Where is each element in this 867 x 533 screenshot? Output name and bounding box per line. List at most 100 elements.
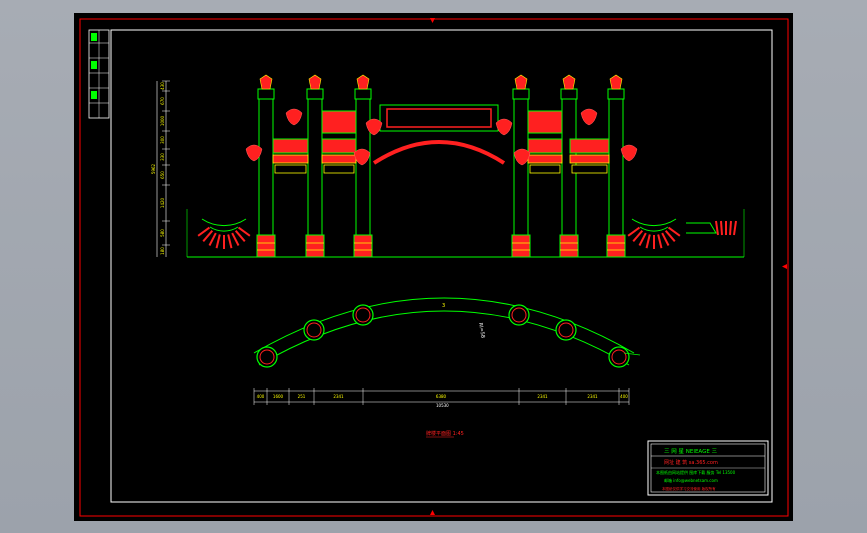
fan-outer [631,218,677,227]
post-cap [354,88,372,100]
fan-wall [627,218,681,249]
fan-inner [639,226,669,232]
post [353,74,373,258]
dim-label: 1000 [160,115,165,126]
dim-label: 650 [160,171,165,179]
post-base [305,234,325,258]
post-shaft [258,98,274,236]
bracket-ornament [285,108,303,126]
dim-label: 670 [160,97,165,105]
fan-rib [661,232,670,246]
side-panel-mid [569,154,610,164]
wing-walls [197,218,737,249]
dim-total-label: 5962 [151,163,156,174]
side-panel-mid [321,138,357,154]
title-block-line2: 网址 建 筑 sa.365.com [664,459,718,466]
fan-rib [215,234,221,249]
fan-rib [733,220,737,236]
plan-pillar [608,346,630,368]
plan-pillar [508,304,530,326]
post-base [353,234,373,258]
side-panel-low [529,164,561,174]
post [511,74,531,258]
post-shaft [608,98,624,236]
dim-label: 580 [160,229,165,237]
plan-side-label: RI=58 [477,322,486,338]
bottom-marker [430,510,435,515]
wing-end [686,222,717,234]
side-panel-low [274,164,307,174]
side-panel-mid [272,154,309,164]
plan-dim-label: 2341 [537,394,548,399]
side-panel-low [571,164,608,174]
post [305,74,325,258]
plan-pillar [256,346,278,368]
cad-drawing-sheet[interactable]: 430 670 1000 300 330 650 1420 580 180 5962 3 RI=5… [74,13,793,521]
post-base [559,234,579,258]
dim-label: 430 [160,82,165,90]
bracket-ornament [580,108,598,126]
posts-group [245,74,638,258]
dim-label: 300 [160,136,165,144]
side-panel-low [323,164,355,174]
bracket-ornament [495,118,513,136]
fan-rib [638,232,647,246]
plan-caption: 牌楼平面图 1:45 [426,430,464,437]
plan-total-dim: 10530 [436,403,449,408]
plan-pillars [256,304,641,368]
plan-dim-label: 2341 [333,394,344,399]
title-block-line3: 本图纸由网站提供 图库下载 服务 Tel 13500 [656,469,736,475]
post-cap [607,88,625,100]
plan-dim-label: 2341 [587,394,598,399]
dim-label: 180 [160,247,165,255]
title-block-line4: 邮箱 info@webnetsam.com [664,477,718,483]
post-shaft [513,98,529,236]
archway-plan: 3 RI=58 400 1600 251 2341 6380 2341 2341 400 10… [253,297,641,438]
post-base [511,234,531,258]
side-panel-top [527,110,563,134]
plan-dim-label: 6380 [436,394,447,399]
dim-label: 330 [160,153,165,161]
post [256,74,276,258]
fan-rib [645,234,651,249]
post-cap [257,88,275,100]
fan-wall [715,220,737,236]
title-block-line5: 本图纸仅供学习交流使用 版权所有 [662,486,716,491]
side-panel-top [272,138,309,154]
fan-rib [657,234,663,249]
fan-rib [208,232,217,246]
post-cap [560,88,578,100]
plan-pillar [352,304,374,326]
fan-inner [209,226,239,232]
post-shaft [307,98,323,236]
post-finial [308,74,322,90]
side-panel [272,138,309,174]
dim-label: 1420 [160,197,165,208]
post-cap [306,88,324,100]
side-panel [527,110,563,174]
post-finial [609,74,623,90]
plan-pillar [303,319,325,341]
side-panel [569,138,610,174]
elevation-dimension-column: 430 670 1000 300 330 650 1420 580 180 5962 [151,80,170,257]
plan-dim-label: 1600 [273,394,284,399]
archway-elevation: 430 670 1000 300 330 650 1420 580 180 5962 [151,74,745,258]
fan-wall [197,218,251,249]
drawing-canvas: 430 670 1000 300 330 650 1420 580 180 5962 3 RI=5… [79,18,789,517]
plan-dim-label: 400 [620,394,628,399]
post-finial [259,74,273,90]
title-block: 三 网 星 NEIEAGE 三 网址 建 筑 sa.365.com 本图纸由网站… [647,440,769,496]
plan-top-label: 3 [442,303,445,309]
side-panel-top [569,138,610,154]
fan-rib [720,220,723,236]
post-shaft [355,98,371,236]
side-panel [321,110,357,174]
top-marker [430,18,435,23]
fan-rib [231,232,240,246]
post-finial [562,74,576,90]
side-panel-low [527,154,563,164]
plan-dim-label: 400 [257,394,265,399]
fan-rib [729,220,732,236]
side-panel-low [321,154,357,164]
fan-outer [201,218,247,227]
